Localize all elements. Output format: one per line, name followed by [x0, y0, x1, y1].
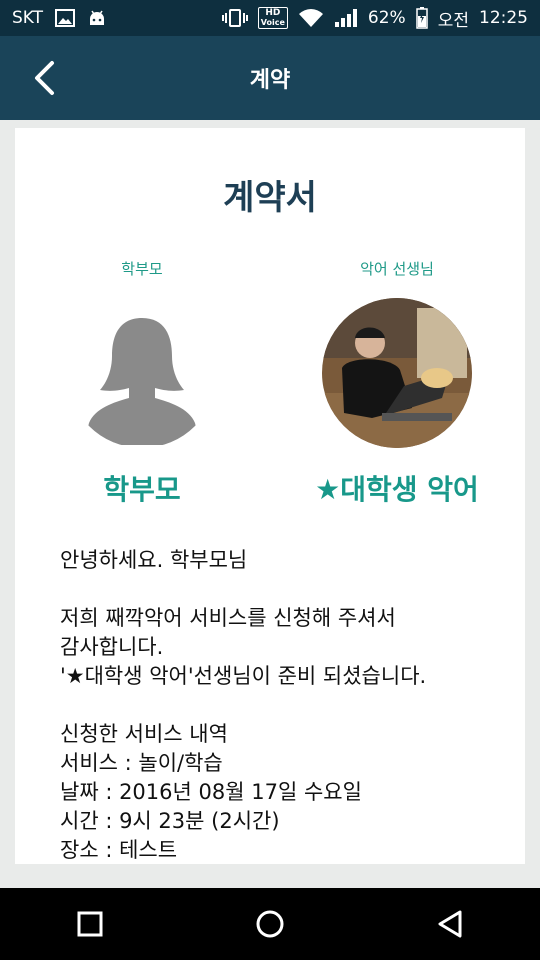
- carrier-label: SKT: [12, 8, 44, 28]
- battery-percent: 62%: [367, 8, 406, 28]
- hd-label: HD: [265, 8, 281, 18]
- thanks-paragraph: 저희 째깍악어 서비스를 신청해 주셔서 감사합니다. '★대학생 악어'선생님…: [60, 604, 500, 691]
- service-date: 날짜 : 2016년 08월 17일 수요일: [60, 780, 362, 804]
- teacher-name: ★대학생 악어: [315, 473, 479, 506]
- service-place: 장소 : 테스트: [60, 838, 178, 862]
- contract-body: 안녕하세요. 학부모님 저희 째깍악어 서비스를 신청해 주셔서 감사합니다. …: [60, 546, 500, 864]
- greeting-paragraph: 안녕하세요. 학부모님: [60, 546, 500, 575]
- app-bar: 계약: [0, 36, 540, 120]
- service-details: 신청한 서비스 내역 서비스 : 놀이/학습 날짜 : 2016년 08월 17…: [60, 720, 500, 864]
- recent-apps-button[interactable]: [50, 894, 130, 954]
- service-type: 서비스 : 놀이/학습: [60, 751, 223, 775]
- page-title: 계약: [249, 68, 291, 93]
- contract-card[interactable]: 계약서 학부모 학부모 악어 선생님 ★대학생 악어 안녕하세요. 학부모님 저…: [15, 128, 525, 864]
- system-nav-bar: [0, 888, 540, 960]
- teacher-avatar[interactable]: [322, 298, 472, 448]
- greeting-text: 안녕하세요. 학부모님: [60, 548, 248, 572]
- home-icon: [256, 910, 284, 938]
- teacher-ready-line: '★대학생 악어'선생님이 준비 되셨습니다.: [60, 664, 427, 688]
- details-heading: 신청한 서비스 내역: [60, 722, 228, 746]
- parent-name: 학부모: [103, 473, 181, 506]
- home-button[interactable]: [230, 894, 310, 954]
- status-bar: SKT HD Voice 62% 오전 12:25: [0, 0, 540, 36]
- thanks-line-1: 저희 째깍악어 서비스를 신청해 주셔서: [60, 606, 396, 630]
- back-triangle-icon: [438, 910, 462, 938]
- recent-apps-icon: [77, 911, 103, 937]
- teacher-party: 악어 선생님 ★대학생 악어: [287, 258, 507, 508]
- contract-title: 계약서: [223, 178, 317, 218]
- parent-role-label: 학부모: [121, 260, 163, 278]
- image-icon: [55, 9, 76, 27]
- person-silhouette-icon: [67, 298, 217, 448]
- back-button[interactable]: [22, 56, 66, 100]
- back-arrow-icon: [35, 61, 54, 95]
- parent-party: 학부모 학부모: [32, 258, 252, 508]
- clock: 12:25: [479, 8, 528, 28]
- wifi-icon: [298, 8, 324, 28]
- thanks-line-2: 감사합니다.: [60, 635, 164, 659]
- vibrate-icon: [221, 8, 248, 28]
- voice-label: Voice: [260, 18, 285, 27]
- hd-voice-icon: HD Voice: [257, 7, 288, 29]
- parent-avatar[interactable]: [67, 298, 217, 448]
- signal-icon: [334, 8, 358, 28]
- battery-icon: [415, 7, 428, 29]
- teacher-photo: [322, 298, 472, 448]
- system-back-button[interactable]: [410, 894, 490, 954]
- teacher-role-label: 악어 선생님: [360, 260, 434, 278]
- service-time: 시간 : 9시 23분 (2시간): [60, 809, 280, 833]
- ampm-label: 오전: [437, 10, 469, 31]
- android-icon: [87, 8, 107, 28]
